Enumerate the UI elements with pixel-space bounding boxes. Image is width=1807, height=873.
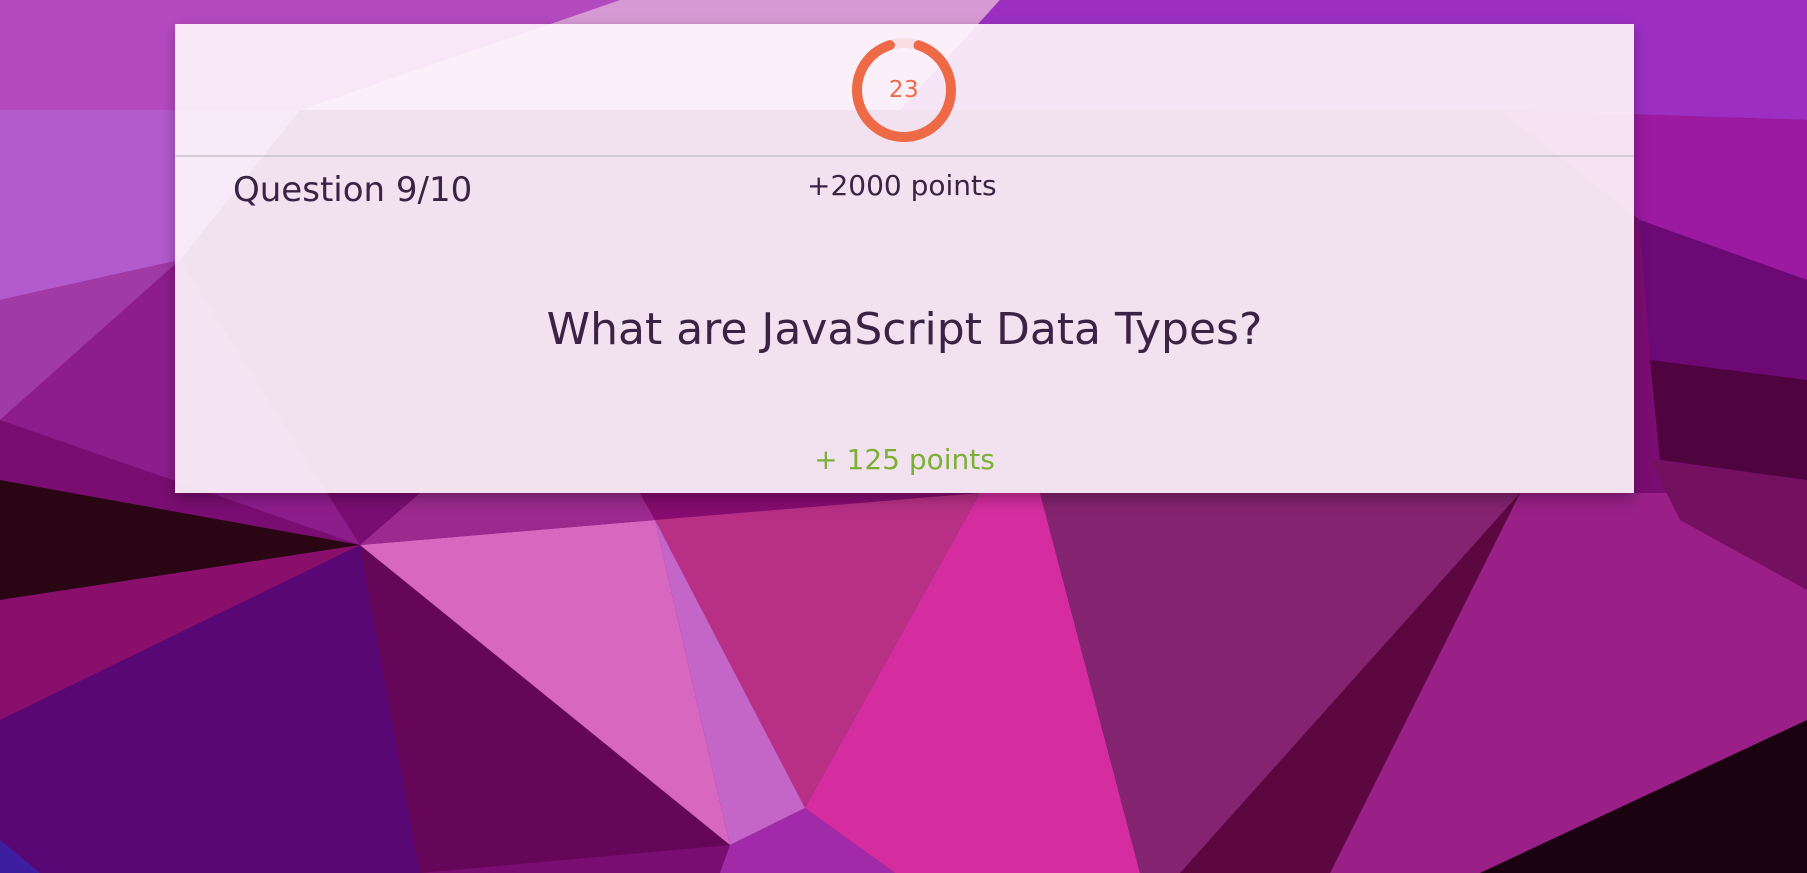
question-card: 23 Question 9/10 +2000 points What are J… <box>175 24 1634 493</box>
countdown-timer: 23 <box>850 36 958 144</box>
awarded-points: + 125 points <box>814 443 995 476</box>
question-text: What are JavaScript Data Types? <box>546 304 1263 355</box>
total-points: +2000 points <box>807 169 997 202</box>
timer-value: 23 <box>888 77 920 103</box>
question-counter: Question 9/10 <box>233 170 473 210</box>
card-header: 23 <box>175 24 1634 157</box>
